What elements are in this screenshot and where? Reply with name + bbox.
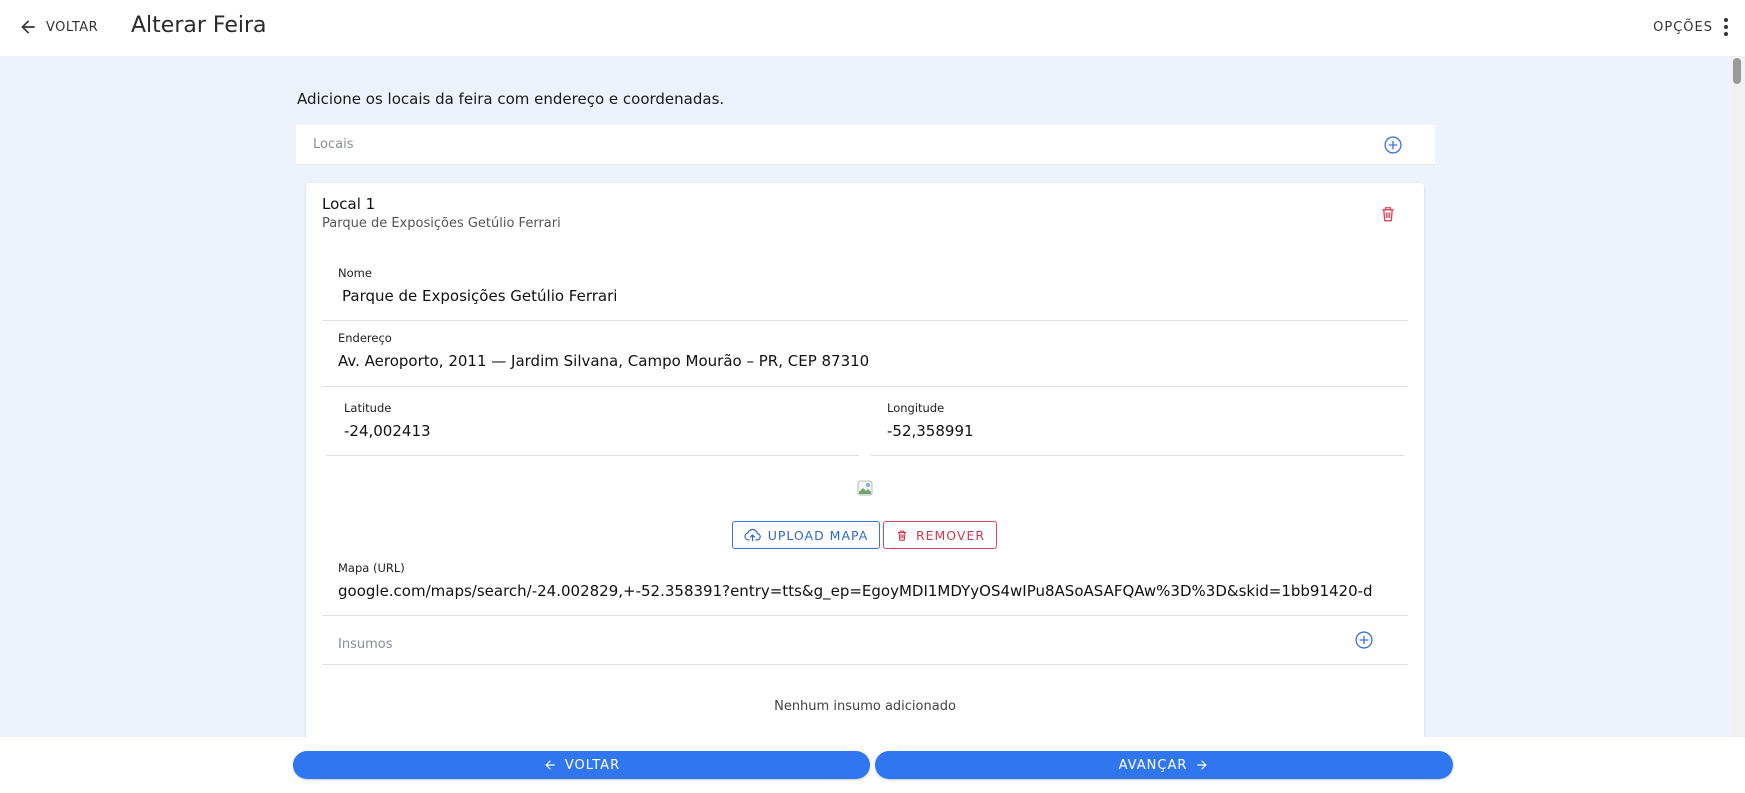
local-card: Local 1 Parque de Exposições Getúlio Fer… xyxy=(306,183,1424,737)
mapa-url-label: Mapa (URL) xyxy=(338,561,405,575)
locais-label: Locais xyxy=(313,137,354,152)
add-insumo-plus-circle-icon[interactable] xyxy=(1354,630,1374,650)
endereco-label: Endereço xyxy=(338,331,392,345)
arrow-left-icon xyxy=(21,20,35,34)
endereco-input[interactable]: Av. Aeroporto, 2011 — Jardim Silvana, Ca… xyxy=(338,352,1398,370)
cloud-upload-icon xyxy=(744,528,761,542)
longitude-label: Longitude xyxy=(887,401,945,415)
local-subtitle: Parque de Exposições Getúlio Ferrari xyxy=(322,216,561,231)
delete-local-trash-icon[interactable] xyxy=(1378,204,1398,224)
vertical-scrollbar[interactable] xyxy=(1730,56,1745,737)
nome-input[interactable]: Parque de Exposições Getúlio Ferrari xyxy=(342,287,1402,305)
latitude-label: Latitude xyxy=(344,401,392,415)
intro-text: Adicione os locais da feira com endereço… xyxy=(297,90,725,108)
latitude-field[interactable]: Latitude -24,002413 xyxy=(326,398,859,456)
upload-map-label: UPLOAD MAPA xyxy=(767,527,869,543)
remove-map-label: REMOVER xyxy=(915,527,986,543)
insumos-label: Insumos xyxy=(338,637,393,652)
header-back-button[interactable]: VOLTAR xyxy=(18,17,98,37)
arrow-right-icon xyxy=(1197,760,1208,770)
footer-back-button[interactable]: VOLTAR xyxy=(293,751,870,779)
nome-field[interactable]: Nome Parque de Exposições Getúlio Ferrar… xyxy=(322,263,1408,321)
longitude-field[interactable]: Longitude -52,358991 xyxy=(871,398,1404,456)
footer-next-label: AVANÇAR xyxy=(1118,757,1188,773)
add-local-plus-circle-icon[interactable] xyxy=(1383,135,1403,155)
mapa-url-input[interactable]: google.com/maps/search/-24.002829,+-52.3… xyxy=(338,582,1392,600)
options-menu-button[interactable]: OPÇÕES xyxy=(1653,17,1729,37)
broken-image-icon xyxy=(857,480,873,496)
longitude-input[interactable]: -52,358991 xyxy=(887,422,1387,440)
insumos-section-header: Insumos xyxy=(322,620,1408,665)
local-title: Local 1 xyxy=(322,195,376,213)
arrow-left-icon xyxy=(545,760,555,770)
insumos-empty-message: Nenhum insumo adicionado xyxy=(774,699,956,714)
scrollbar-thumb[interactable] xyxy=(1733,58,1741,84)
top-app-bar: VOLTAR Alterar Feira OPÇÕES xyxy=(0,0,1745,56)
page-title: Alterar Feira xyxy=(131,13,267,38)
latitude-input[interactable]: -24,002413 xyxy=(344,422,844,440)
options-label: OPÇÕES xyxy=(1653,19,1713,35)
trash-icon xyxy=(897,530,907,541)
header-back-label: VOLTAR xyxy=(46,19,99,35)
more-vert-icon xyxy=(1724,18,1728,36)
footer-next-button[interactable]: AVANÇAR xyxy=(875,751,1453,779)
remove-map-button[interactable]: REMOVER xyxy=(883,521,997,549)
endereco-field[interactable]: Endereço Av. Aeroporto, 2011 — Jardim Si… xyxy=(322,328,1408,387)
content-scroll-area: Adicione os locais da feira com endereço… xyxy=(0,56,1745,737)
upload-map-button[interactable]: UPLOAD MAPA xyxy=(732,521,880,549)
nome-label: Nome xyxy=(338,266,372,280)
bottom-action-bar: VOLTAR AVANÇAR xyxy=(0,737,1745,793)
locais-section-header: Locais xyxy=(296,125,1435,165)
mapa-url-field[interactable]: Mapa (URL) google.com/maps/search/-24.00… xyxy=(322,558,1408,616)
footer-back-label: VOLTAR xyxy=(564,757,621,773)
